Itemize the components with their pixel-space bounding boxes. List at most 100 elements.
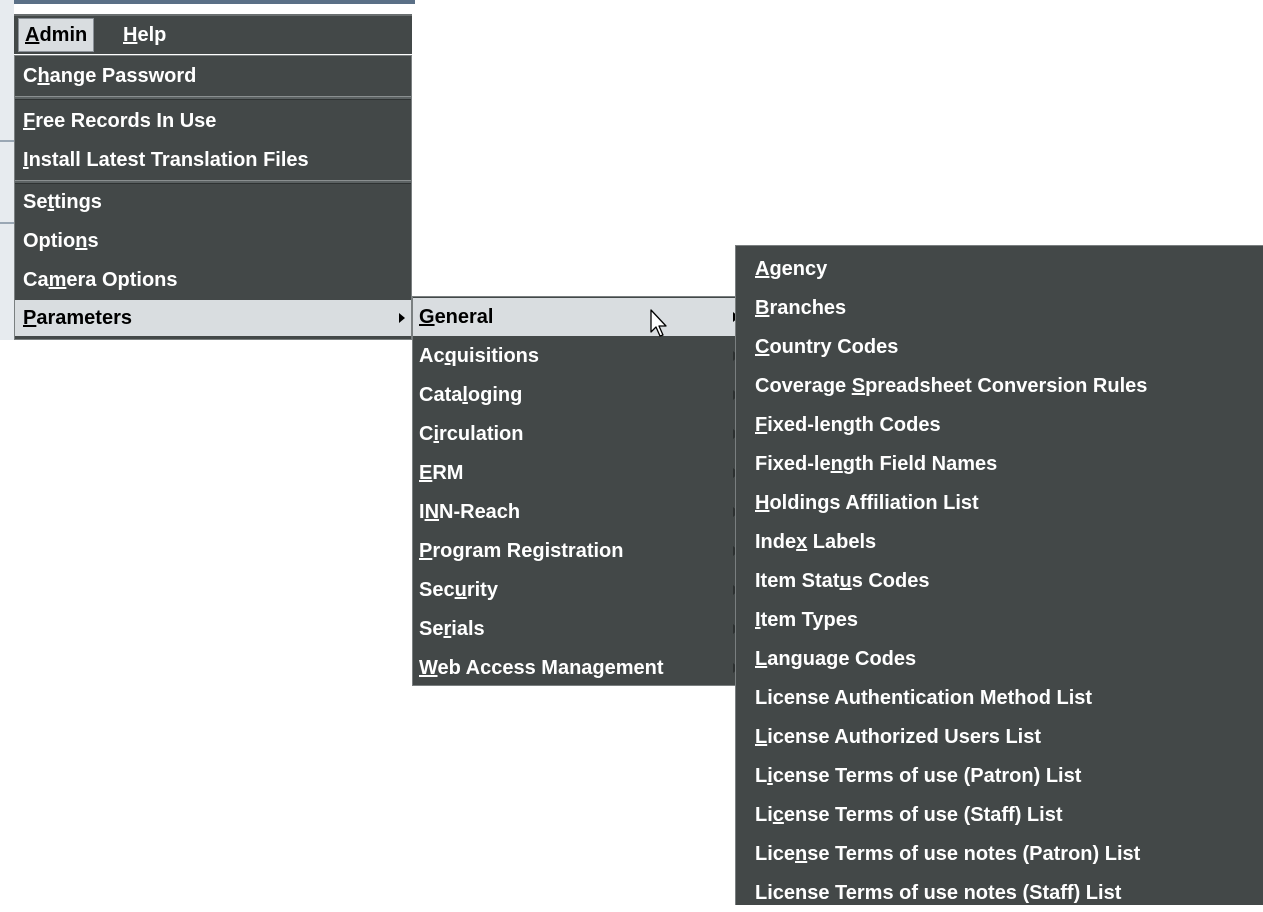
menu-item-fixed-length-codes[interactable]: Fixed-length Codes <box>736 406 1263 444</box>
app-background <box>0 0 14 340</box>
menu-mnemonic: L <box>755 648 768 670</box>
menu-item-security[interactable]: Security <box>413 571 741 609</box>
menu-mnemonic: n <box>830 453 843 475</box>
menu-label: Lice <box>755 843 796 865</box>
menu-item-free-records[interactable]: Free Records In Use <box>15 102 411 140</box>
menu-label: Sec <box>419 579 455 601</box>
menu-label: L <box>755 765 768 787</box>
menu-item-coverage-spreadsheet[interactable]: Coverage Spreadsheet Conversion Rules <box>736 367 1263 405</box>
menu-mnemonic: u <box>454 579 467 601</box>
menu-item-change-password[interactable]: Change Password <box>15 57 411 95</box>
menu-admin[interactable]: Admin <box>18 18 95 52</box>
menu-mnemonic: C <box>755 336 770 358</box>
menu-item-options[interactable]: Options <box>15 222 411 260</box>
menu-item-install-translation[interactable]: Install Latest Translation Files <box>15 141 411 179</box>
menu-item-erm[interactable]: ERM <box>413 454 741 492</box>
menu-item-license-authentication-method[interactable]: License Authentication Method List <box>736 679 1263 717</box>
menu-label: uisitions <box>456 345 540 367</box>
menu-item-license-authorized-users[interactable]: License Authorized Users List <box>736 718 1263 756</box>
menu-help[interactable]: Help <box>117 18 172 52</box>
menu-mnemonic: c <box>772 804 784 826</box>
menu-label: preadsheet Conversion Rules <box>865 375 1148 397</box>
menu-item-license-terms-notes-patron[interactable]: License Terms of use notes (Patron) List <box>736 835 1263 873</box>
menu-mnemonic: n <box>75 230 88 252</box>
menu-item-program-registration[interactable]: Program Registration <box>413 532 741 570</box>
menu-label: Se <box>23 191 48 213</box>
menu-label: N-Reach <box>439 501 521 523</box>
menu-item-agency[interactable]: Agency <box>736 250 1263 288</box>
menu-item-language-codes[interactable]: Language Codes <box>736 640 1263 678</box>
menu-label: Ac <box>419 345 445 367</box>
menu-label: icense Authorized Users List <box>767 726 1041 748</box>
menu-item-acquisitions[interactable]: Acquisitions <box>413 337 741 375</box>
menu-label: C <box>419 423 434 445</box>
menu-mnemonic: u <box>839 570 852 592</box>
menu-label: eb Access Management <box>437 657 664 679</box>
parameters-menu: General Acquisitions Cataloging Circulat… <box>412 296 742 686</box>
menu-label: s Codes <box>851 570 930 592</box>
menu-item-camera-options[interactable]: Camera Options <box>15 261 411 299</box>
menu-label: ange Password <box>49 65 197 87</box>
menu-label: gency <box>769 258 828 280</box>
app-divider <box>0 222 14 224</box>
menu-label: Inde <box>755 531 797 553</box>
menu-label: Optio <box>23 230 76 252</box>
app-divider <box>0 140 14 142</box>
menu-mnemonic: G <box>419 306 435 328</box>
menu-item-index-labels[interactable]: Index Labels <box>736 523 1263 561</box>
menu-item-country-codes[interactable]: Country Codes <box>736 328 1263 366</box>
menu-item-cataloging[interactable]: Cataloging <box>413 376 741 414</box>
menu-mnemonic: H <box>123 24 138 46</box>
menu-mnemonic: m <box>48 269 67 291</box>
menu-label: anguage Codes <box>767 648 917 670</box>
menu-label: oging <box>467 384 523 406</box>
menu-item-parameters[interactable]: Parameters <box>15 300 411 336</box>
menu-item-serials[interactable]: Serials <box>413 610 741 648</box>
menu-label: arameters <box>36 307 132 329</box>
menu-mnemonic: x <box>796 531 808 553</box>
menu-item-branches[interactable]: Branches <box>736 289 1263 327</box>
menu-separator <box>15 96 411 100</box>
menu-label: Fixed-le <box>755 453 831 475</box>
menu-mnemonic: B <box>755 297 770 319</box>
menu-mnemonic: P <box>419 540 433 562</box>
menu-label: dmin <box>39 24 88 46</box>
menu-label: gth Field Names <box>842 453 998 475</box>
menu-item-web-access-management[interactable]: Web Access Management <box>413 649 741 687</box>
menu-label: rity <box>466 579 498 601</box>
menu-item-item-types[interactable]: Item Types <box>736 601 1263 639</box>
menu-label: RM <box>432 462 464 484</box>
menu-label: C <box>23 65 38 87</box>
menu-label: se Terms of use notes (Patron) List <box>807 843 1141 865</box>
menu-label: Labels <box>807 531 877 553</box>
menu-label: rogram Registration <box>432 540 624 562</box>
menu-item-settings[interactable]: Settings <box>15 183 411 221</box>
menu-label: rculation <box>439 423 524 445</box>
menu-label: tings <box>54 191 102 213</box>
menu-item-holdings-affiliation[interactable]: Holdings Affiliation List <box>736 484 1263 522</box>
menu-item-license-terms-notes-staff[interactable]: License Terms of use notes (Staff) List <box>736 874 1263 912</box>
menu-label: License Authentication Method List <box>755 687 1093 709</box>
menu-mnemonic: h <box>37 65 50 87</box>
menu-item-inn-reach[interactable]: INN-Reach <box>413 493 741 531</box>
menu-label: Item Stat <box>755 570 840 592</box>
menu-label: cense Terms of use (Patron) List <box>772 765 1082 787</box>
menu-item-license-terms-staff[interactable]: License Terms of use (Staff) List <box>736 796 1263 834</box>
menu-item-fixed-length-field-names[interactable]: Fixed-length Field Names <box>736 445 1263 483</box>
menu-label: oldings Affiliation List <box>769 492 979 514</box>
menu-mnemonic: n <box>795 843 808 865</box>
menu-label: era Options <box>66 269 178 291</box>
menu-item-general[interactable]: General <box>413 298 741 336</box>
mouse-cursor-icon <box>650 309 667 337</box>
menu-item-item-status-codes[interactable]: Item Status Codes <box>736 562 1263 600</box>
menu-item-circulation[interactable]: Circulation <box>413 415 741 453</box>
menu-label: ixed-length Codes <box>767 414 941 436</box>
menu-mnemonic: A <box>755 258 770 280</box>
menu-bar: Admin Help <box>14 14 412 54</box>
menu-mnemonic: F <box>23 110 36 132</box>
menu-item-license-terms-patron[interactable]: License Terms of use (Patron) List <box>736 757 1263 795</box>
app-title-strip <box>0 0 415 4</box>
admin-menu: Change Password Free Records In Use Inst… <box>14 55 412 340</box>
menu-mnemonic: E <box>419 462 433 484</box>
menu-label: Ca <box>23 269 49 291</box>
